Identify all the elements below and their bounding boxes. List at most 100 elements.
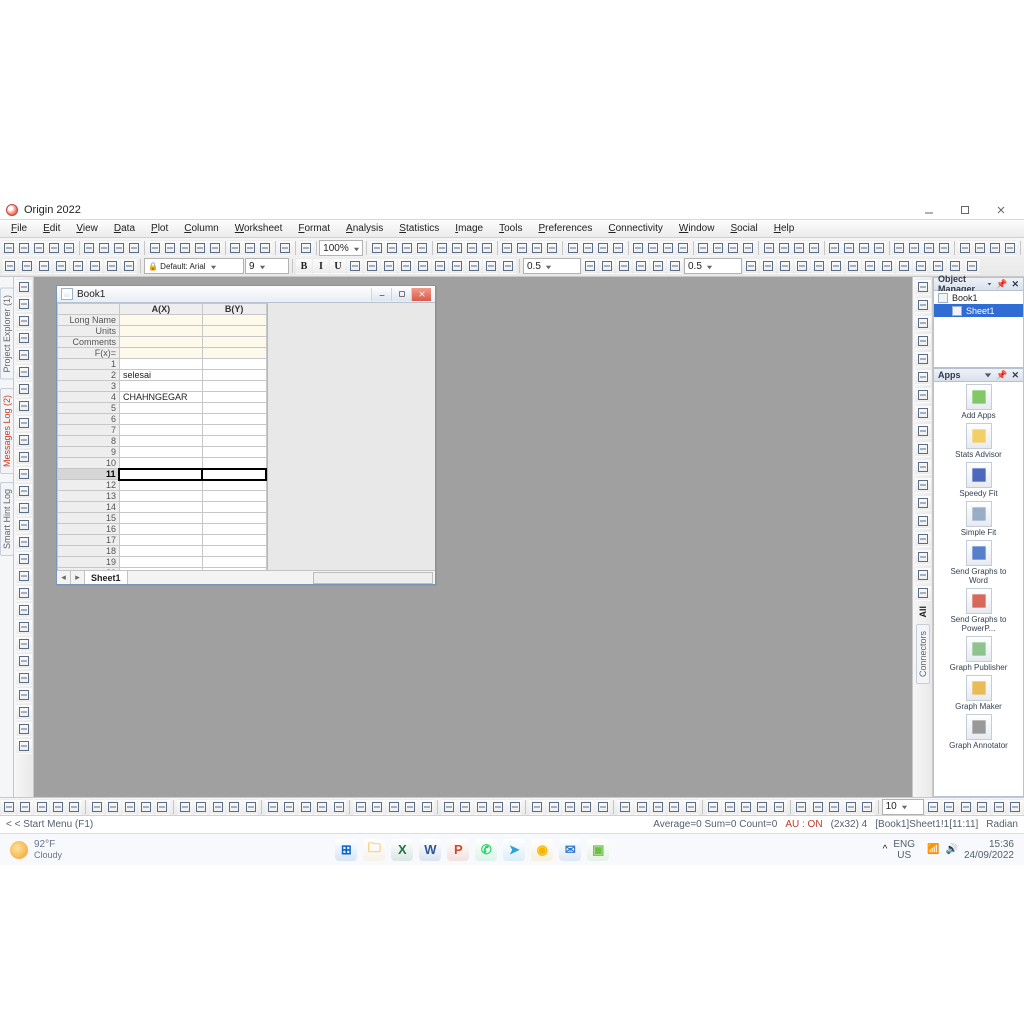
app-card[interactable]: Send Graphs to PowerP... (944, 588, 1014, 633)
dock-tab-1[interactable]: Messages Log (2) (0, 388, 14, 474)
menu-plot[interactable]: Plot (144, 221, 175, 236)
btb-4-4[interactable] (419, 799, 434, 815)
btb-1-2[interactable] (122, 799, 137, 815)
window-minimize-button[interactable] (912, 202, 946, 218)
zoom-combo[interactable]: 100% (319, 240, 363, 256)
tb2-pre-1[interactable] (19, 258, 35, 274)
tb2-c-4[interactable] (650, 258, 666, 274)
cell[interactable] (202, 359, 266, 370)
tb2-mid-9[interactable] (500, 258, 516, 274)
tb2-post-1[interactable] (760, 258, 776, 274)
right-tool-10[interactable] (915, 459, 931, 475)
btb-9-0[interactable] (794, 799, 809, 815)
btb-tail-0[interactable] (925, 799, 940, 815)
sheet-nav-first[interactable]: ◂ (57, 571, 71, 584)
cell[interactable] (202, 392, 266, 403)
tb2-post-8[interactable] (879, 258, 895, 274)
btb-9-4[interactable] (859, 799, 874, 815)
left-tool-8[interactable] (16, 415, 32, 431)
row-header[interactable]: 17 (58, 535, 120, 546)
tb2-post-10[interactable] (913, 258, 929, 274)
font-size-combo[interactable]: 9 (245, 258, 289, 274)
cell[interactable] (119, 480, 202, 491)
btb-9-3[interactable] (843, 799, 858, 815)
btb-7-4[interactable] (683, 799, 698, 815)
panel-pin-icon[interactable]: 📌 (996, 279, 1007, 290)
app-card[interactable]: Graph Publisher (944, 636, 1014, 672)
cell[interactable]: selesai (119, 370, 202, 381)
wifi-icon[interactable]: 📶 (927, 844, 939, 855)
menu-analysis[interactable]: Analysis (339, 221, 390, 236)
tb1-b4-0[interactable] (631, 240, 645, 256)
left-tool-17[interactable] (16, 568, 32, 584)
row-header[interactable]: 11 (58, 469, 120, 480)
tb1-g1-3[interactable] (127, 240, 141, 256)
tb2-mid-2[interactable] (381, 258, 397, 274)
btb-tail-3[interactable] (974, 799, 989, 815)
tb1-b8-3[interactable] (937, 240, 951, 256)
cell[interactable] (202, 513, 266, 524)
line-width-combo-b[interactable]: 0.5 (684, 258, 742, 274)
cell[interactable] (119, 337, 202, 348)
workbook-window[interactable]: Book1 A(X)B(Y) (56, 285, 436, 585)
cell[interactable] (119, 348, 202, 359)
tb1-b5-1[interactable] (711, 240, 725, 256)
btb-2-1[interactable] (194, 799, 209, 815)
taskbar-language[interactable]: ENGUS (893, 839, 915, 861)
btb-0-4[interactable] (67, 799, 82, 815)
menu-window[interactable]: Window (672, 221, 722, 236)
cell[interactable] (202, 546, 266, 557)
left-tool-25[interactable] (16, 704, 32, 720)
cell[interactable] (202, 502, 266, 513)
tb1-b7-2[interactable] (857, 240, 871, 256)
btb-2-4[interactable] (243, 799, 258, 815)
tb1-g3-1[interactable] (243, 240, 257, 256)
btb-7-2[interactable] (650, 799, 665, 815)
right-tool-17[interactable] (915, 585, 931, 601)
cell[interactable] (119, 469, 202, 480)
left-tool-5[interactable] (16, 364, 32, 380)
sheet-tab[interactable]: Sheet1 (85, 571, 128, 584)
cell[interactable] (119, 436, 202, 447)
tb1-b1-2[interactable] (465, 240, 479, 256)
left-tool-10[interactable] (16, 449, 32, 465)
row-header[interactable]: 5 (58, 403, 120, 414)
camtasia-icon[interactable]: ▣ (587, 839, 609, 861)
taskbar-weather[interactable]: 92°F Cloudy (10, 839, 62, 860)
powerpoint-icon[interactable]: P (447, 839, 469, 861)
btb-8-3[interactable] (755, 799, 770, 815)
cell[interactable] (202, 469, 266, 480)
btb-3-3[interactable] (314, 799, 329, 815)
sheet-nav-next[interactable]: ▸ (71, 571, 85, 584)
left-tool-23[interactable] (16, 670, 32, 686)
tb2-pre-3[interactable] (53, 258, 69, 274)
btb-9-2[interactable] (826, 799, 841, 815)
left-tool-21[interactable] (16, 636, 32, 652)
btb-7-0[interactable] (617, 799, 632, 815)
tb2-post-9[interactable] (896, 258, 912, 274)
tb1-b5-3[interactable] (741, 240, 755, 256)
tb2-pre-2[interactable] (36, 258, 52, 274)
tb2-c-1[interactable] (599, 258, 615, 274)
left-tool-3[interactable] (16, 330, 32, 346)
cell[interactable] (202, 425, 266, 436)
tb1-b5-0[interactable] (696, 240, 710, 256)
workbook-titlebar[interactable]: Book1 (57, 286, 435, 303)
row-header[interactable]: 3 (58, 381, 120, 392)
btb-5-3[interactable] (491, 799, 506, 815)
tb1-g1-1[interactable] (97, 240, 111, 256)
workbook-minimize-button[interactable] (371, 288, 391, 301)
row-header[interactable]: 2 (58, 370, 120, 381)
tb1-g2-3[interactable] (193, 240, 207, 256)
right-tool-7[interactable] (915, 405, 931, 421)
btb-4-3[interactable] (403, 799, 418, 815)
row-header[interactable]: 19 (58, 557, 120, 568)
worksheet-grid[interactable]: A(X)B(Y) Long NameUnitsCommentsF(x)=12se… (57, 303, 267, 570)
tb1-g5-0[interactable] (299, 240, 313, 256)
tb1-b0-0[interactable] (370, 240, 384, 256)
menu-tools[interactable]: Tools (492, 221, 529, 236)
right-tool-5[interactable] (915, 369, 931, 385)
word-icon[interactable]: W (419, 839, 441, 861)
btb-8-1[interactable] (722, 799, 737, 815)
tb1-b8-1[interactable] (907, 240, 921, 256)
